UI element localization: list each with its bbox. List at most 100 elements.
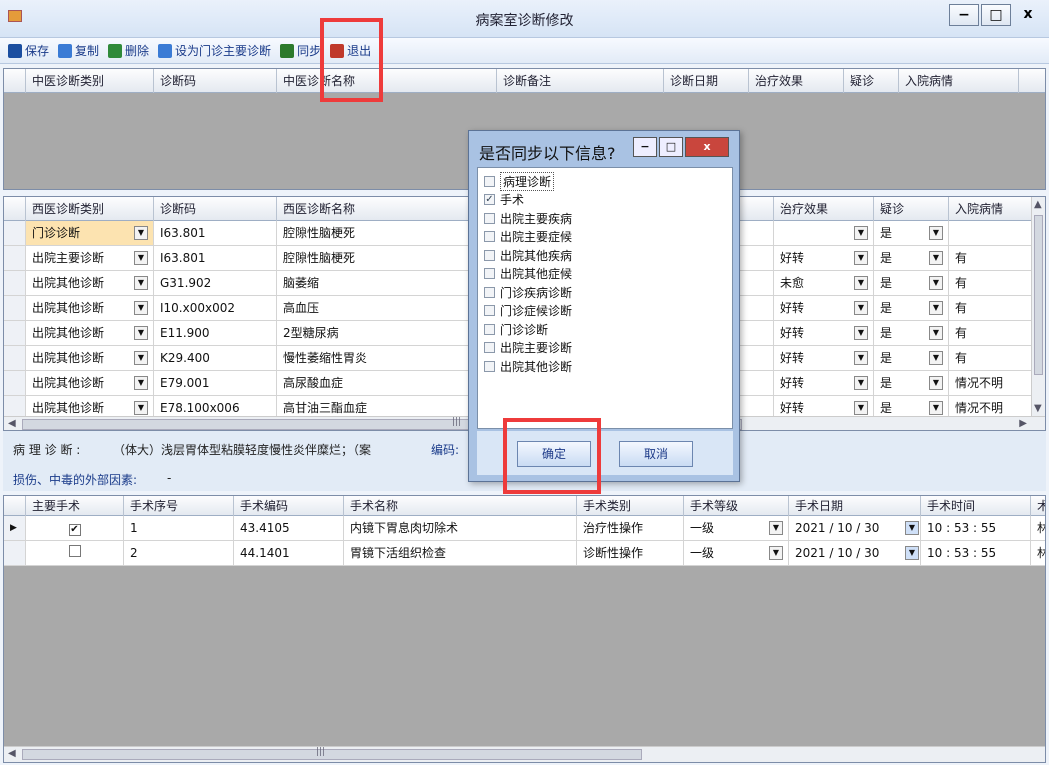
column-header[interactable]: 手术编码 [234, 496, 344, 516]
column-header[interactable]: 手术名称 [344, 496, 577, 516]
calendar-dropdown-icon[interactable]: ▼ [905, 521, 919, 535]
dropdown-arrow-icon[interactable]: ▼ [854, 301, 868, 315]
checkbox-icon[interactable] [484, 305, 495, 316]
column-header[interactable]: 术 [1031, 496, 1045, 516]
cell-suspect[interactable]: 是 ▼ [874, 296, 949, 320]
column-header[interactable]: 主要手术 [26, 496, 124, 516]
column-header[interactable]: 治疗效果 [774, 197, 874, 221]
cell-effect[interactable]: 好转 ▼ [774, 296, 874, 320]
sync-option-item[interactable]: 门诊疾病诊断 [484, 283, 572, 301]
toolbar-button-0[interactable]: 保存 [8, 42, 49, 59]
cell-admit[interactable]: 情况不明 [949, 371, 1033, 395]
dropdown-arrow-icon[interactable]: ▼ [769, 521, 783, 535]
cell-admit[interactable]: 有 [949, 296, 1033, 320]
column-header[interactable]: 疑诊 [874, 197, 949, 221]
toolbar-button-1[interactable]: 复制 [58, 42, 99, 59]
column-header[interactable]: 中医诊断类别 [26, 69, 154, 93]
pathology-value[interactable]: （体大）浅层胃体型粘膜轻度慢性炎伴糜烂；（案 [113, 441, 413, 458]
main-surgery-checkbox[interactable] [68, 545, 81, 557]
dropdown-arrow-icon[interactable]: ▼ [929, 376, 943, 390]
dialog-close-button[interactable]: x [685, 137, 729, 157]
dropdown-arrow-icon[interactable]: ▼ [854, 401, 868, 415]
cell-category[interactable]: 诊断性操作 [577, 541, 684, 565]
cell-time[interactable]: 10 : 53 : 55 [921, 516, 1031, 540]
operation-grid[interactable]: 主要手术手术序号手术编码手术名称手术类别手术等级手术日期手术时间术 ▶ ✔ 1 43.… [3, 495, 1046, 763]
checkbox-icon[interactable]: ✓ [484, 194, 495, 205]
column-header[interactable]: 入院病情 [899, 69, 1019, 93]
cell-type[interactable]: 门诊诊断 ▼ [26, 221, 154, 245]
cell-date[interactable]: 2021 / 10 / 30 ▼ [789, 541, 921, 565]
injury-value[interactable]: - [167, 471, 171, 485]
cell-admit[interactable]: 有 [949, 246, 1033, 270]
dropdown-arrow-icon[interactable]: ▼ [929, 401, 943, 415]
cell-suspect[interactable]: 是 ▼ [874, 321, 949, 345]
dropdown-arrow-icon[interactable]: ▼ [929, 276, 943, 290]
cell-name[interactable]: 内镜下胃息肉切除术 [344, 516, 577, 540]
row-header[interactable] [4, 296, 26, 320]
dropdown-arrow-icon[interactable]: ▼ [769, 546, 783, 560]
column-header[interactable]: 入院病情 [949, 197, 1033, 221]
table-row[interactable]: 2 44.1401 胃镜下活组织检查 诊断性操作 一级 ▼ 2021 / 10 / 30 ▼ 1… [4, 541, 1045, 566]
cell-main[interactable]: ✔ [26, 516, 124, 540]
dropdown-arrow-icon[interactable]: ▼ [134, 251, 148, 265]
dropdown-arrow-icon[interactable]: ▼ [134, 401, 148, 415]
cell-level[interactable]: 一级 ▼ [684, 516, 789, 540]
cell-type[interactable]: 出院其他诊断 ▼ [26, 271, 154, 295]
column-header[interactable]: 治疗效果 [749, 69, 844, 93]
cell-effect[interactable]: ▼ [774, 221, 874, 245]
sync-option-item[interactable]: 出院主要疾病 [484, 209, 572, 227]
cell-level[interactable]: 一级 ▼ [684, 541, 789, 565]
dropdown-arrow-icon[interactable]: ▼ [929, 351, 943, 365]
cell-suspect[interactable]: 是 ▼ [874, 371, 949, 395]
checkbox-icon[interactable] [484, 249, 495, 261]
dropdown-arrow-icon[interactable]: ▼ [929, 226, 943, 240]
minimize-button[interactable]: − [949, 4, 979, 26]
cell-category[interactable]: 治疗性操作 [577, 516, 684, 540]
cell-suspect[interactable]: 是 ▼ [874, 221, 949, 245]
cell-effect[interactable]: 好转 ▼ [774, 246, 874, 270]
checkbox-icon[interactable] [484, 360, 495, 372]
dropdown-arrow-icon[interactable]: ▼ [929, 326, 943, 340]
cell-suspect[interactable]: 是 ▼ [874, 271, 949, 295]
row-header[interactable] [4, 541, 26, 565]
row-header[interactable] [4, 346, 26, 370]
cell-main[interactable] [26, 541, 124, 565]
column-header[interactable]: 诊断码 [154, 69, 277, 93]
dropdown-arrow-icon[interactable]: ▼ [854, 251, 868, 265]
dropdown-arrow-icon[interactable]: ▼ [854, 226, 868, 240]
cell-effect[interactable]: 好转 ▼ [774, 346, 874, 370]
sync-option-item[interactable]: 出院其他症候 [484, 265, 572, 283]
row-header[interactable] [4, 221, 26, 245]
toolbar-button-3[interactable]: 设为门诊主要诊断 [158, 42, 271, 59]
dropdown-arrow-icon[interactable]: ▼ [929, 301, 943, 315]
cell-type[interactable]: 出院主要诊断 ▼ [26, 246, 154, 270]
cell-suspect[interactable]: 是 ▼ [874, 346, 949, 370]
sync-option-item[interactable]: ✓ 手术 [484, 191, 524, 209]
row-header[interactable]: ▶ [4, 516, 26, 540]
cell-admit[interactable] [949, 221, 1033, 245]
cell-effect[interactable]: 好转 ▼ [774, 371, 874, 395]
maximize-button[interactable]: □ [981, 4, 1011, 26]
main-surgery-checkbox[interactable]: ✔ [68, 524, 81, 536]
close-button[interactable]: x [1013, 4, 1043, 26]
checkbox-icon[interactable] [484, 175, 495, 187]
cell-code[interactable]: E11.900 [154, 321, 277, 345]
column-header[interactable]: 中医诊断名称 [277, 69, 497, 93]
checkbox-icon[interactable] [484, 286, 495, 298]
column-header[interactable]: 手术时间 [921, 496, 1031, 516]
calendar-dropdown-icon[interactable]: ▼ [905, 546, 919, 560]
row-header[interactable] [4, 246, 26, 270]
cell-code[interactable]: I10.x00x002 [154, 296, 277, 320]
cell-time[interactable]: 10 : 53 : 55 [921, 541, 1031, 565]
toolbar-button-2[interactable]: 删除 [108, 42, 149, 59]
checkbox-icon[interactable] [484, 231, 495, 242]
checkbox-icon[interactable] [484, 342, 495, 353]
dropdown-arrow-icon[interactable]: ▼ [854, 276, 868, 290]
cell-seq[interactable]: 2 [124, 541, 234, 565]
cell-code[interactable]: I63.801 [154, 246, 277, 270]
dropdown-arrow-icon[interactable]: ▼ [134, 276, 148, 290]
cell-type[interactable]: 出院其他诊断 ▼ [26, 321, 154, 345]
cell-type[interactable]: 出院其他诊断 ▼ [26, 371, 154, 395]
cell-code[interactable]: K29.400 [154, 346, 277, 370]
checkbox-icon[interactable] [484, 268, 495, 279]
